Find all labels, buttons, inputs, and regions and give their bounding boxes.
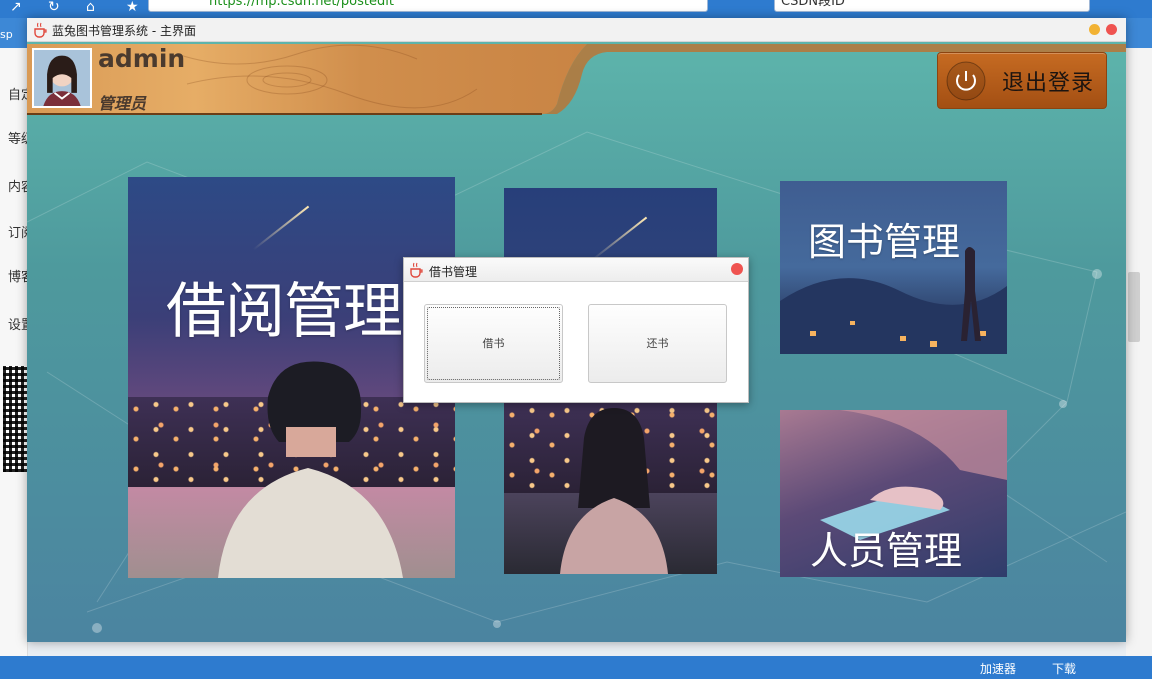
girl-illustration bbox=[560, 408, 668, 574]
download-label[interactable]: 下载 bbox=[1052, 660, 1076, 677]
browser-search-input[interactable]: CSDN段ID bbox=[774, 0, 1090, 12]
java-cup-icon bbox=[34, 22, 47, 38]
avatar bbox=[32, 48, 92, 108]
accelerator-label[interactable]: 加速器 bbox=[980, 660, 1016, 677]
qr-code-image bbox=[3, 366, 27, 472]
borrow-dialog: 借书管理 借书 还书 bbox=[403, 257, 749, 403]
logout-button[interactable]: 退出登录 bbox=[937, 52, 1107, 109]
address-bar[interactable]: https://mp.csdn.net/postedit bbox=[148, 0, 708, 12]
borrow-book-button[interactable]: 借书 bbox=[424, 304, 563, 383]
people-management-label: 人员管理 bbox=[810, 529, 963, 573]
power-icon bbox=[946, 61, 986, 101]
page-right-gutter bbox=[1126, 48, 1152, 656]
return-book-button[interactable]: 还书 bbox=[588, 304, 727, 383]
people-management-tile[interactable]: 人员管理 bbox=[780, 410, 1007, 577]
left-partial-label: sp bbox=[0, 28, 13, 41]
home-icon[interactable]: ⌂ bbox=[86, 0, 95, 14]
boy-illustration bbox=[218, 361, 403, 578]
window-title: 蓝兔图书管理系统 - 主界面 bbox=[52, 24, 196, 38]
close-button[interactable] bbox=[1106, 24, 1117, 35]
minimize-button[interactable] bbox=[1089, 24, 1100, 35]
user-role: 管理员 bbox=[98, 94, 147, 113]
book-management-label: 图书管理 bbox=[808, 220, 961, 264]
bookmark-icon[interactable]: ★ bbox=[126, 0, 139, 14]
logout-label: 退出登录 bbox=[1002, 71, 1095, 96]
dialog-title: 借书管理 bbox=[429, 265, 478, 279]
book-management-tile[interactable]: 图书管理 bbox=[780, 181, 1007, 354]
username: admin bbox=[98, 44, 186, 73]
page-scrollbar[interactable] bbox=[1128, 272, 1140, 342]
java-cup-icon bbox=[410, 262, 423, 278]
back-icon[interactable]: ↗ bbox=[10, 0, 22, 14]
dialog-titlebar: 借书管理 bbox=[404, 258, 748, 282]
window-titlebar: 蓝兔图书管理系统 - 主界面 bbox=[27, 18, 1126, 42]
browser-toolbar: ↗ ↻ ⌂ ★ https://mp.csdn.net/postedit CSD… bbox=[0, 0, 1152, 18]
refresh-icon[interactable]: ↻ bbox=[48, 0, 60, 14]
dialog-close-button[interactable] bbox=[731, 263, 743, 275]
borrow-management-label: 借阅管理 bbox=[166, 277, 403, 347]
